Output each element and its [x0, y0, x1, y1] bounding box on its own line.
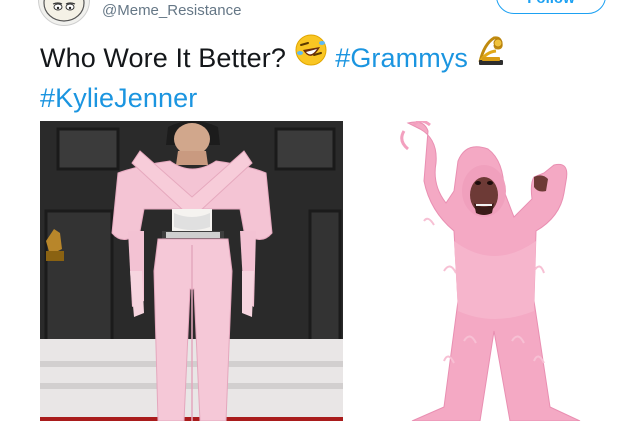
rolling-laughing-emoji-icon — [294, 33, 328, 78]
photo-pink-gorilla[interactable] — [384, 121, 610, 421]
hashtag-grammys-link[interactable]: #Grammys — [335, 43, 468, 73]
tweet-text: Who Wore It Better? #Grammys #KylieJenne… — [40, 34, 620, 118]
photo-pink-suit[interactable] — [40, 121, 343, 421]
hashtag-kyliejenner-link[interactable]: #KylieJenner — [40, 83, 197, 113]
user-handle[interactable]: @Meme_Resistance — [102, 2, 241, 19]
pink-suit-photo — [40, 121, 343, 421]
tweet-line-2: #KylieJenner — [40, 78, 620, 118]
pink-gorilla-photo — [384, 121, 610, 421]
follow-button[interactable]: Follow — [496, 0, 606, 14]
tweet-sentence: Who Wore It Better? — [40, 43, 286, 73]
user-avatar[interactable] — [38, 0, 90, 26]
tweet-line-1: Who Wore It Better? #Grammys — [40, 34, 620, 78]
cartoon-face-icon — [43, 0, 85, 22]
tweet-media[interactable] — [40, 121, 610, 421]
trophy-emoji-icon — [476, 34, 506, 77]
